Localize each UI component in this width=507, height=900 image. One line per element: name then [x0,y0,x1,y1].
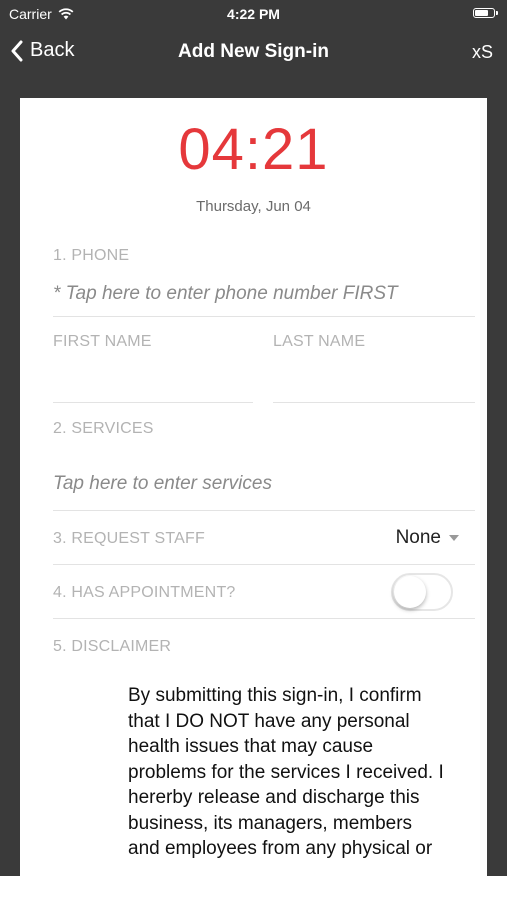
phone-input[interactable]: * Tap here to enter phone number FIRST [53,283,398,305]
app-screen: Carrier 4:22 PM Back Add New Sign-in xS … [0,0,507,876]
status-bar: Carrier 4:22 PM [0,0,507,28]
phone-label: 1. PHONE [53,247,130,264]
first-name-label: FIRST NAME [53,333,152,350]
battery-icon [473,8,498,18]
request-staff-label: 3. REQUEST STAFF [53,530,205,547]
last-name-underline [273,402,475,403]
appointment-toggle[interactable] [391,573,453,611]
services-input[interactable]: Tap here to enter services [53,473,272,495]
caret-down-icon [449,535,459,541]
status-time: 4:22 PM [227,6,280,22]
toggle-knob [394,576,426,608]
services-label: 2. SERVICES [53,420,154,437]
clock-display: 04:21 [178,117,329,182]
sign-in-form-card: 04:21 Thursday, Jun 04 1. PHONE * Tap he… [20,98,487,876]
divider [53,316,475,317]
divider [53,618,475,619]
last-name-input[interactable] [273,360,475,400]
divider [53,564,475,565]
navigation-bar: Back Add New Sign-in xS [0,28,507,76]
divider [53,510,475,511]
request-staff-dropdown[interactable]: None [396,527,459,549]
request-staff-value: None [395,527,441,548]
nav-right-button[interactable]: xS [472,42,493,63]
first-name-input[interactable] [53,360,253,400]
first-name-underline [53,402,253,403]
last-name-label: LAST NAME [273,333,366,350]
date-display: Thursday, Jun 04 [196,198,311,215]
page-title: Add New Sign-in [178,41,329,62]
appointment-label: 4. HAS APPOINTMENT? [53,584,236,601]
disclaimer-label: 5. DISCLAIMER [53,638,172,655]
disclaimer-text: By submitting this sign-in, I confirm th… [128,685,444,859]
